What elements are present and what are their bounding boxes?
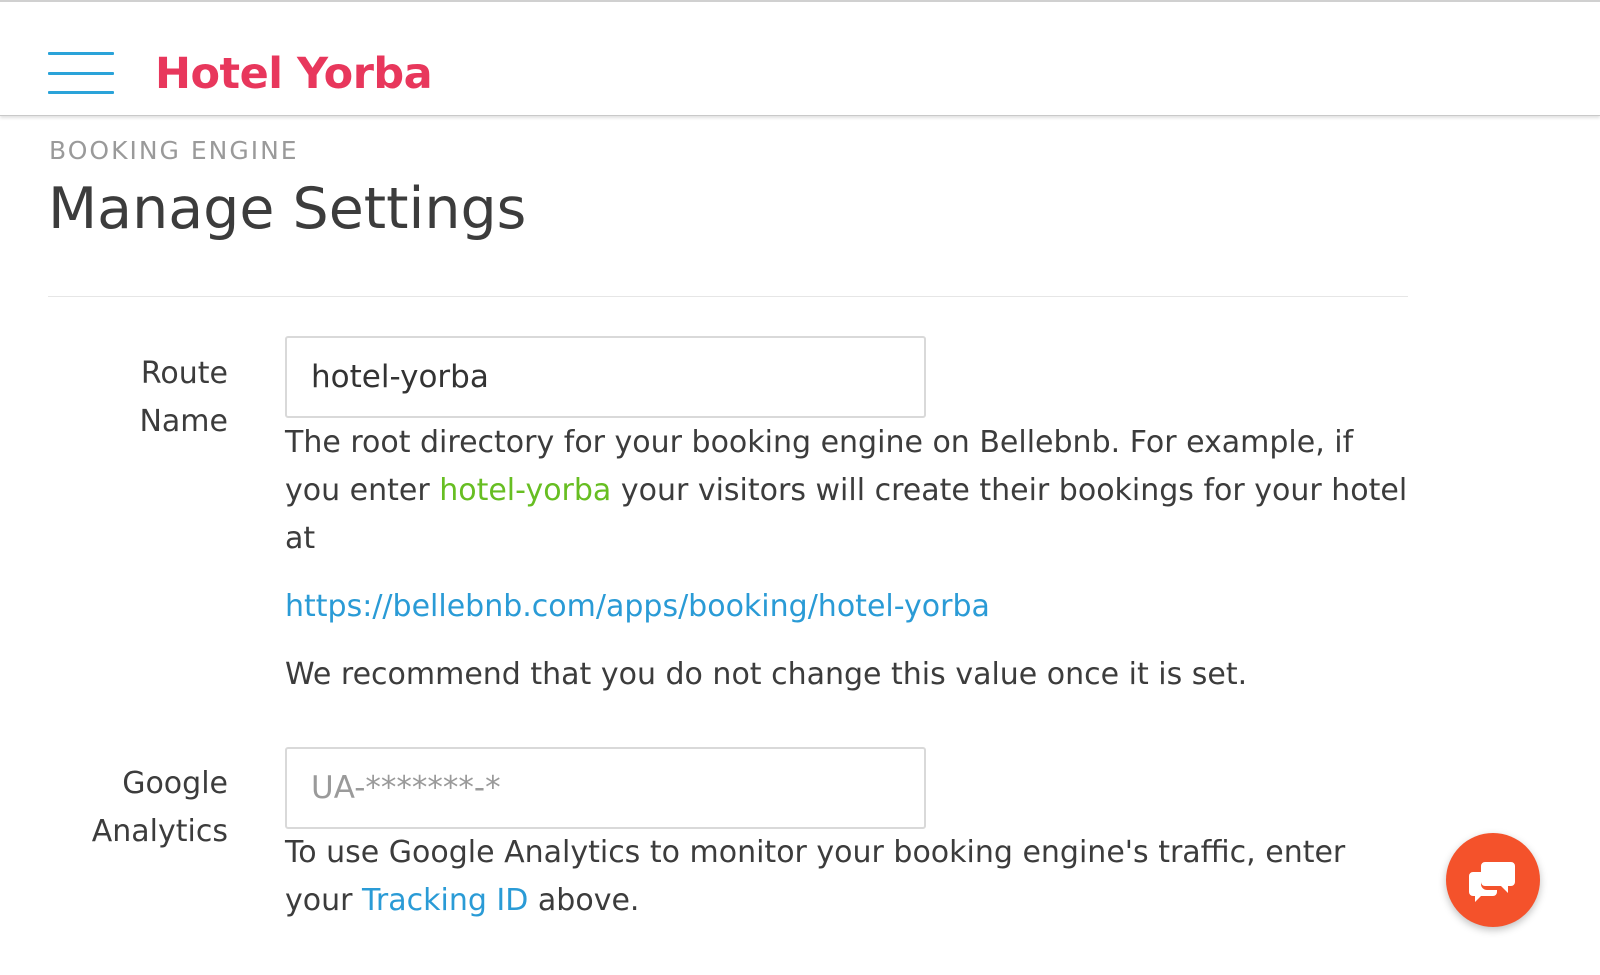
top-navbar: Hotel Yorba	[0, 0, 1600, 116]
chat-bubbles-icon	[1469, 862, 1515, 902]
brand-logo[interactable]: Hotel Yorba	[155, 46, 433, 102]
menu-bar-top	[48, 52, 114, 55]
google-analytics-label-line2: Analytics	[91, 814, 228, 849]
route-name-help: The root directory for your booking engi…	[285, 419, 1410, 563]
hamburger-menu-icon[interactable]	[48, 52, 114, 96]
page-title: Manage Settings	[48, 176, 527, 242]
menu-bar-bottom	[48, 91, 114, 94]
google-analytics-label: Google Analytics	[48, 760, 228, 856]
chat-button[interactable]	[1446, 833, 1540, 927]
route-name-label-line1: Route	[140, 356, 228, 391]
google-analytics-help-text-2: above.	[528, 883, 640, 918]
google-analytics-label-line1: Google	[122, 766, 228, 801]
google-analytics-help: To use Google Analytics to monitor your …	[285, 829, 1410, 925]
section-eyebrow: BOOKING ENGINE	[49, 136, 299, 165]
tracking-id-input[interactable]	[285, 747, 926, 829]
menu-bar-middle	[48, 72, 114, 75]
booking-url-link[interactable]: https://bellebnb.com/apps/booking/hotel-…	[285, 589, 990, 624]
route-name-recommendation: We recommend that you do not change this…	[285, 657, 1248, 692]
header-divider	[48, 296, 1408, 297]
route-name-example: hotel-yorba	[439, 473, 612, 508]
route-name-input[interactable]	[285, 336, 926, 418]
route-name-label: Route Name	[48, 350, 228, 446]
route-name-label-line2: Name	[139, 404, 228, 439]
booking-url-row: https://bellebnb.com/apps/booking/hotel-…	[285, 583, 1410, 631]
tracking-id-link[interactable]: Tracking ID	[362, 883, 528, 918]
